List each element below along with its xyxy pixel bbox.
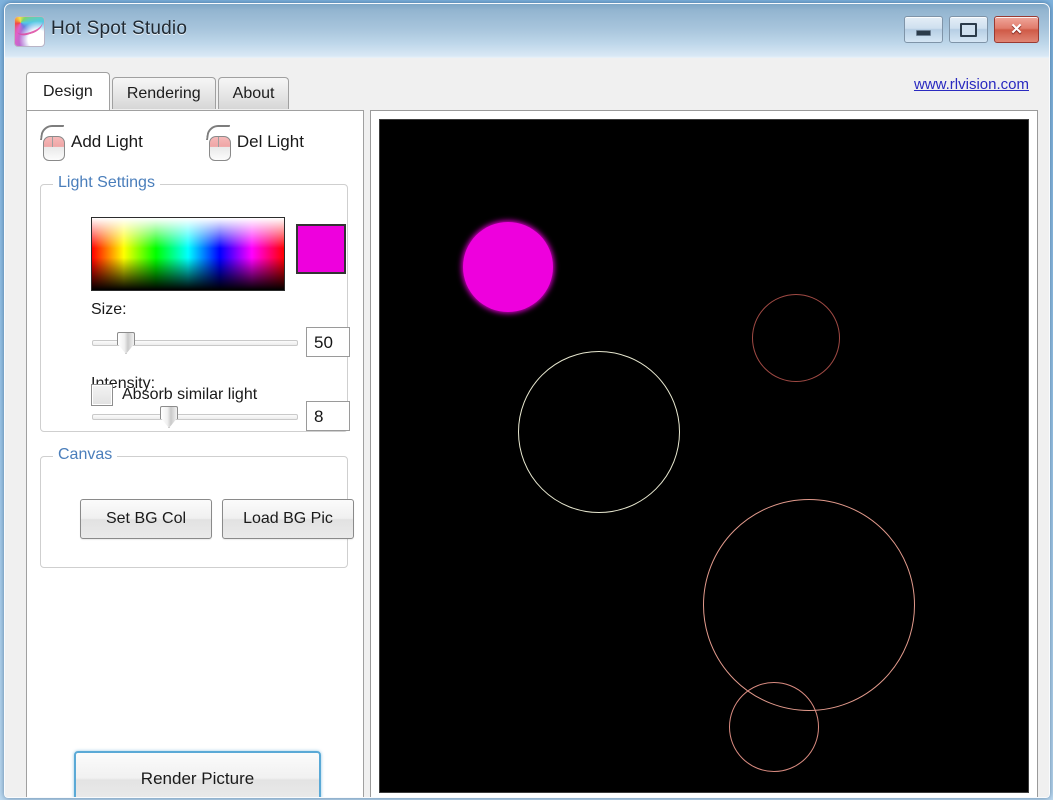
add-light-button[interactable]: Add Light (39, 125, 143, 161)
size-slider-track[interactable] (92, 332, 298, 354)
window-controls: ✕ (904, 16, 1039, 43)
preview-panel (370, 110, 1038, 797)
app-logo-icon (14, 16, 45, 47)
tab-strip: Design Rendering About (26, 72, 291, 110)
absorb-similar-light-checkbox[interactable]: Absorb similar light (91, 384, 257, 406)
absorb-similar-light-label: Absorb similar light (122, 386, 258, 403)
size-label: Size: (91, 301, 127, 318)
render-picture-button[interactable]: Render Picture (74, 751, 321, 797)
tab-rendering[interactable]: Rendering (111, 77, 216, 109)
mouse-icon (39, 125, 65, 161)
add-light-label: Add Light (71, 132, 143, 151)
close-icon: ✕ (1010, 21, 1023, 38)
preview-canvas[interactable] (379, 119, 1029, 793)
mouse-body-icon (208, 136, 231, 161)
intensity-value-field[interactable]: 8 (306, 401, 350, 431)
light-magenta-filled[interactable] (463, 222, 553, 312)
maximize-icon (960, 22, 977, 37)
size-value-field[interactable]: 50 (306, 327, 350, 357)
color-picker-gradient[interactable] (91, 217, 285, 291)
size-slider-thumb[interactable] (117, 332, 135, 354)
client-area: www.rlvision.com Design Rendering About … (5, 58, 1049, 797)
tab-about[interactable]: About (217, 77, 290, 109)
close-button[interactable]: ✕ (994, 16, 1039, 43)
light-settings-title: Light Settings (53, 174, 160, 192)
checkbox-box-icon (91, 384, 113, 406)
application-window: Hot Spot Studio ✕ www.rlvision.com Desig… (4, 3, 1050, 798)
selected-color-swatch[interactable] (296, 224, 346, 274)
intensity-slider-thumb[interactable] (160, 406, 178, 428)
canvas-group: Canvas Set BG Col Load BG Pic (40, 446, 354, 568)
light-red-small-bot[interactable] (729, 682, 819, 772)
maximize-button[interactable] (949, 16, 988, 43)
del-light-label: Del Light (236, 132, 304, 151)
light-actions: Add Light Del Light (39, 125, 304, 161)
title-bar: Hot Spot Studio ✕ (5, 4, 1049, 59)
mouse-icon (205, 125, 231, 161)
design-tab-panel: Add Light Del Light Light Settings Size:… (26, 110, 364, 797)
minimize-button[interactable] (904, 16, 943, 43)
canvas-group-title: Canvas (53, 446, 118, 464)
tab-design[interactable]: Design (26, 72, 110, 110)
window-title: Hot Spot Studio (51, 18, 188, 39)
light-red-small-top[interactable] (752, 294, 840, 382)
light-settings-group: Light Settings Size: 50 Intensity: 8 Abs… (40, 174, 350, 432)
slider-thumb-point (160, 417, 178, 428)
mouse-body-icon (43, 136, 65, 161)
load-bg-picture-button[interactable]: Load BG Pic (222, 499, 354, 539)
website-link[interactable]: www.rlvision.com (914, 76, 1029, 93)
slider-thumb-point (117, 343, 135, 354)
light-white-outline[interactable] (518, 351, 680, 513)
intensity-slider-track[interactable] (92, 406, 298, 428)
set-bg-color-button[interactable]: Set BG Col (80, 499, 212, 539)
light-red-large[interactable] (703, 499, 915, 711)
del-light-button[interactable]: Del Light (205, 125, 304, 161)
minimize-icon (916, 30, 931, 36)
screenshot-root: Hot Spot Studio ✕ www.rlvision.com Desig… (0, 0, 1053, 800)
